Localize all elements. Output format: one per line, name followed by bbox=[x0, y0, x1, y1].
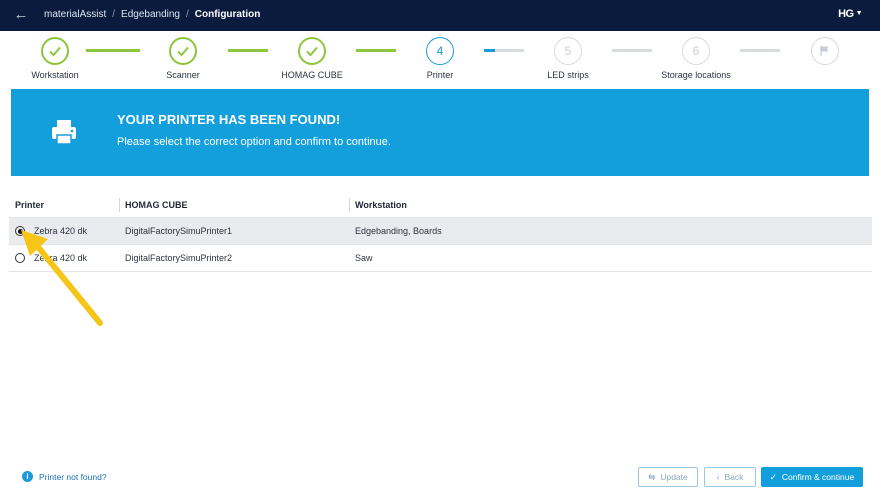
table-header: Printer HOMAG CUBE Workstation bbox=[9, 192, 872, 218]
printer-cell: Zebra 420 dk bbox=[9, 253, 119, 263]
step-label: Scanner bbox=[166, 70, 200, 80]
step-number: 5 bbox=[554, 37, 582, 65]
update-button[interactable]: ⇆ Update bbox=[638, 467, 698, 487]
user-menu[interactable]: HG ▼ bbox=[838, 8, 862, 20]
step-label: LED strips bbox=[547, 70, 589, 80]
breadcrumb-item-app[interactable]: materialAssist bbox=[44, 9, 106, 20]
step-led-strips: 5 LED strips bbox=[513, 37, 623, 80]
printer-not-found-link[interactable]: i Printer not found? bbox=[22, 471, 107, 482]
workstation-cell: Edgebanding, Boards bbox=[355, 226, 442, 236]
breadcrumb-separator: / bbox=[112, 9, 116, 20]
cube-cell: DigitalFactorySimuPrinter1 bbox=[125, 226, 233, 236]
banner-title: YOUR PRINTER HAS BEEN FOUND! bbox=[117, 112, 341, 127]
breadcrumb-item-configuration: Configuration bbox=[194, 9, 261, 20]
caret-down-icon: ▼ bbox=[855, 10, 863, 17]
printer-cell: Zebra 420 dk bbox=[9, 226, 119, 236]
column-header-homag-cube[interactable]: HOMAG CUBE bbox=[119, 197, 349, 212]
column-header-printer[interactable]: Printer bbox=[9, 200, 119, 210]
breadcrumb-item-edgebanding[interactable]: Edgebanding bbox=[121, 9, 180, 20]
column-header-workstation[interactable]: Workstation bbox=[349, 197, 872, 212]
step-printer[interactable]: 4 Printer bbox=[385, 37, 495, 80]
radio-button[interactable] bbox=[15, 253, 25, 263]
back-button[interactable]: ‹ Back bbox=[704, 467, 756, 487]
step-number: 4 bbox=[426, 37, 454, 65]
update-label: Update bbox=[660, 472, 688, 482]
check-icon bbox=[169, 37, 197, 65]
printer-table: Printer HOMAG CUBE Workstation Zebra 420… bbox=[9, 192, 872, 272]
printer-name: Zebra 420 dk bbox=[34, 253, 88, 263]
step-workstation[interactable]: Workstation bbox=[0, 37, 110, 80]
breadcrumb: materialAssist / Edgebanding / Configura… bbox=[44, 9, 260, 20]
step-label: Printer bbox=[426, 70, 454, 80]
step-finish bbox=[770, 37, 880, 70]
radio-button-selected[interactable] bbox=[15, 226, 25, 236]
back-arrow-icon[interactable]: ← bbox=[12, 6, 30, 24]
cube-cell: DigitalFactorySimuPrinter2 bbox=[125, 253, 233, 263]
check-icon bbox=[41, 37, 69, 65]
confirm-continue-button[interactable]: ✓ Confirm & continue bbox=[761, 467, 863, 487]
step-scanner[interactable]: Scanner bbox=[128, 37, 238, 80]
check-icon: ✓ bbox=[769, 471, 777, 482]
step-label: HOMAG CUBE bbox=[281, 70, 343, 80]
step-homag-cube[interactable]: HOMAG CUBE bbox=[257, 37, 367, 80]
info-icon: i bbox=[22, 471, 33, 482]
printer-icon bbox=[49, 117, 79, 147]
logo: HG bbox=[838, 8, 854, 20]
refresh-icon: ⇆ bbox=[648, 471, 656, 482]
top-bar: ← materialAssist / Edgebanding / Configu… bbox=[0, 0, 880, 31]
breadcrumb-separator: / bbox=[185, 9, 189, 20]
step-label: Storage locations bbox=[661, 70, 731, 80]
stepper: Workstation Scanner HOMAG CUBE 4 Printer… bbox=[0, 31, 880, 89]
printer-name: Zebra 420 dk bbox=[34, 226, 88, 236]
radio-dot bbox=[17, 228, 23, 234]
step-storage-locations: 6 Storage locations bbox=[641, 37, 751, 80]
flag-icon bbox=[811, 37, 839, 65]
table-row[interactable]: Zebra 420 dk DigitalFactorySimuPrinter2 … bbox=[9, 245, 872, 272]
banner-subtitle: Please select the correct option and con… bbox=[117, 136, 391, 148]
chevron-left-icon: ‹ bbox=[716, 472, 720, 482]
back-label: Back bbox=[724, 472, 744, 482]
step-number: 6 bbox=[682, 37, 710, 65]
printer-not-found-label: Printer not found? bbox=[39, 471, 107, 482]
table-row[interactable]: Zebra 420 dk DigitalFactorySimuPrinter1 … bbox=[9, 218, 872, 245]
check-icon bbox=[298, 37, 326, 65]
workstation-cell: Saw bbox=[355, 253, 373, 263]
step-label: Workstation bbox=[31, 70, 79, 80]
printer-found-banner: YOUR PRINTER HAS BEEN FOUND! Please sele… bbox=[11, 89, 869, 176]
confirm-label: Confirm & continue bbox=[781, 472, 855, 482]
